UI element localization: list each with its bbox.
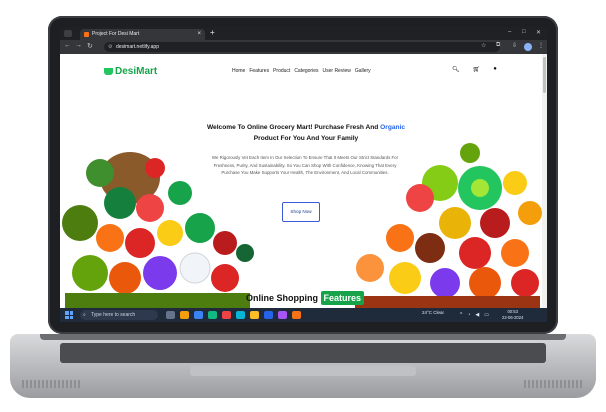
taskbar-app-icon[interactable] [292, 311, 301, 319]
taskbar-app-icon[interactable] [208, 311, 217, 319]
nav-categories[interactable]: Categories [294, 68, 318, 74]
nav-product[interactable]: Product [273, 68, 290, 74]
site-logo[interactable]: DesiMart [104, 66, 157, 77]
back-icon[interactable]: ← [64, 42, 71, 49]
weather-widget[interactable]: 24°C Clear [422, 310, 444, 315]
windows-taskbar: ⌕ Type here to search 24°C Clear ^ ◔ ◀ ▭… [60, 308, 547, 322]
url-text: desimart.netlify.app [116, 44, 159, 50]
shop-now-button[interactable]: Shop Now [282, 202, 320, 222]
speaker-grille-right [524, 380, 584, 388]
taskbar-search-placeholder: Type here to search [91, 312, 136, 318]
laptop-hinge [40, 334, 566, 340]
speaker-grille-left [22, 380, 82, 388]
close-window-icon[interactable]: ✕ [536, 29, 541, 36]
forward-icon[interactable]: → [75, 42, 82, 49]
taskbar-app-icon[interactable] [194, 311, 203, 319]
cart-icon[interactable]: 🛒︎ [473, 66, 481, 73]
site-info-icon[interactable]: ⚙ [108, 42, 112, 52]
taskbar-app-icon[interactable] [166, 311, 175, 319]
taskbar-clock[interactable]: 00:53 22-06-2024 [502, 309, 523, 320]
laptop-trackpad [190, 366, 416, 376]
windows-start-icon[interactable] [65, 311, 73, 319]
hero-title: Welcome To Online Grocery Mart! Purchase… [200, 122, 412, 144]
taskbar-app-icon[interactable] [236, 311, 245, 319]
laptop: Project For Desi Mart × + – □ ✕ ← → ↻ ⚙ … [0, 0, 606, 412]
browser-tab[interactable]: Project For Desi Mart × [80, 29, 205, 40]
site-header: DesiMart Home Features Product Categorie… [60, 54, 542, 88]
header-icons: 🔍︎ 🛒︎ ● [452, 66, 497, 73]
taskbar-app-icon[interactable] [180, 311, 189, 319]
address-bar[interactable]: ⚙ desimart.netlify.app [104, 42, 500, 52]
browser-tab-bar: Project For Desi Mart × + – □ ✕ [60, 27, 547, 40]
tab-title: Project For Desi Mart [92, 31, 140, 37]
search-icon: ⌕ [83, 312, 86, 318]
browser-menu-icon[interactable]: ⋮ [538, 42, 544, 49]
tab-search-button[interactable] [64, 30, 72, 37]
taskbar-app-icon[interactable] [264, 311, 273, 319]
minimize-icon[interactable]: – [508, 29, 511, 35]
taskbar-apps [166, 311, 301, 319]
reload-icon[interactable]: ↻ [87, 42, 93, 50]
logo-text: DesiMart [115, 66, 158, 77]
hero-description: We Rigorously Vet Each Item In Our Selec… [211, 155, 399, 175]
nav-user-review[interactable]: User Review [323, 68, 351, 74]
scrollbar-thumb[interactable] [543, 57, 546, 93]
hero-title-highlight: Organic [380, 124, 406, 131]
main-nav: Home Features Product Categories User Re… [232, 68, 371, 74]
clock-date: 22-06-2024 [502, 314, 524, 320]
bookmark-star-icon[interactable]: ☆ [481, 42, 486, 49]
features-heading: Online Shopping Features [246, 291, 365, 305]
search-icon[interactable]: 🔍︎ [452, 66, 460, 73]
system-tray: ^ ◔ ◀ ▭ [460, 312, 489, 318]
network-icon[interactable]: ◔ [467, 312, 470, 318]
hero-title-part1: Welcome To Online Grocery Mart! Purchase… [206, 124, 379, 131]
favicon-icon [84, 32, 89, 37]
basket-icon [104, 67, 113, 75]
screen: Project For Desi Mart × + – □ ✕ ← → ↻ ⚙ … [60, 27, 547, 322]
hero-title-part2: Product For You And Your Family [253, 135, 359, 142]
nav-home[interactable]: Home [232, 68, 245, 74]
downloads-icon[interactable]: ⇩ [512, 42, 517, 49]
user-icon[interactable]: ● [493, 66, 497, 73]
close-tab-icon[interactable]: × [197, 29, 201, 40]
nav-features[interactable]: Features [249, 68, 269, 74]
features-heading-text: Online Shopping [246, 293, 318, 303]
taskbar-app-icon[interactable] [222, 311, 231, 319]
taskbar-search-input[interactable]: ⌕ Type here to search [80, 310, 158, 320]
hero-section: Welcome To Online Grocery Mart! Purchase… [60, 88, 542, 308]
browser-toolbar: ← → ↻ ⚙ desimart.netlify.app ☆ ⧉ ⇩ ⋮ [60, 40, 547, 54]
profile-avatar[interactable] [524, 43, 532, 51]
taskbar-app-icon[interactable] [278, 311, 287, 319]
volume-icon[interactable]: ◀ [475, 312, 479, 318]
new-tab-button[interactable]: + [210, 28, 215, 37]
extensions-icon[interactable]: ⧉ [496, 42, 500, 49]
battery-icon[interactable]: ▭ [484, 312, 489, 318]
laptop-keyboard [60, 343, 546, 363]
chevron-up-icon[interactable]: ^ [460, 312, 462, 318]
nav-gallery[interactable]: Gallery [355, 68, 371, 74]
taskbar-app-icon[interactable] [250, 311, 259, 319]
maximize-icon[interactable]: □ [522, 29, 526, 35]
features-heading-badge: Features [320, 291, 365, 305]
